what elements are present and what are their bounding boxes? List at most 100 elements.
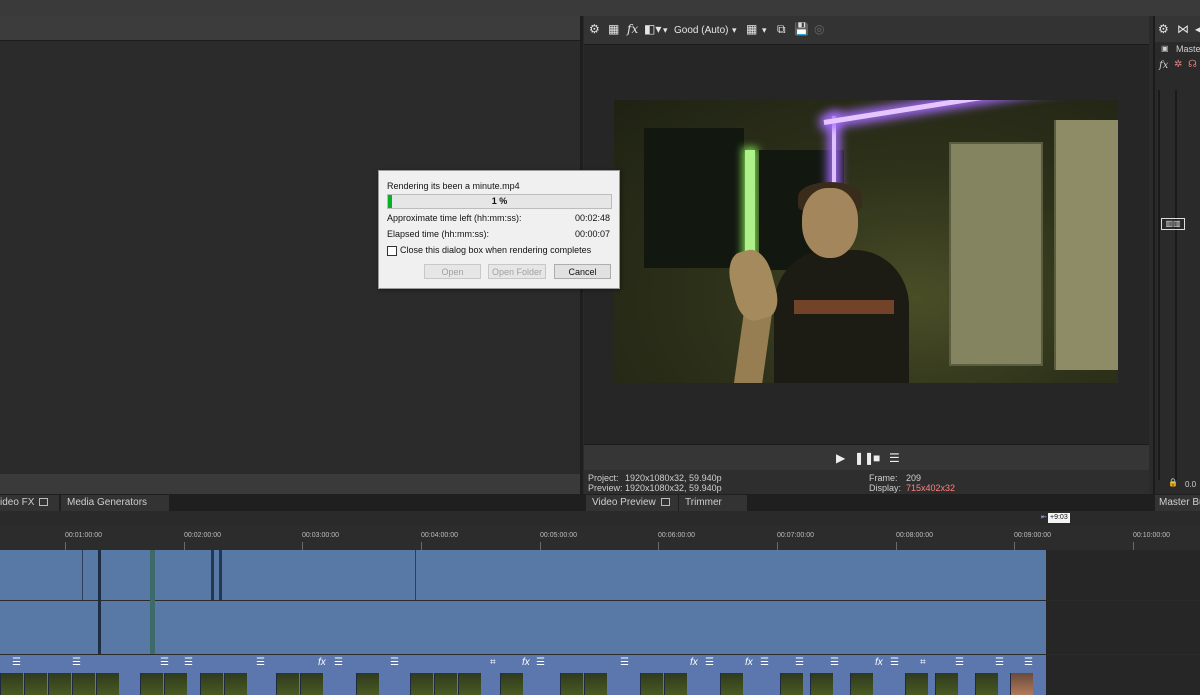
- clip-menu-icon[interactable]: ☰: [160, 657, 169, 668]
- clip-menu-icon[interactable]: ☰: [256, 657, 265, 668]
- split-screen-icon[interactable]: ▦: [608, 22, 619, 36]
- frame-label: Frame:: [869, 473, 898, 483]
- clip-menu-icon[interactable]: ☰: [334, 657, 343, 668]
- elapsed-label: Elapsed time (hh:mm:ss):: [387, 229, 490, 239]
- cursor-position-marker[interactable]: +9:03: [1048, 513, 1070, 523]
- timeline-track-2[interactable]: [0, 601, 1046, 654]
- ruler-tick-label: 00:09:00:00: [1014, 532, 1051, 539]
- dock-icon[interactable]: [660, 498, 670, 507]
- open-folder-button[interactable]: Open Folder: [488, 264, 546, 279]
- dock-icon[interactable]: [39, 498, 49, 507]
- project-label: Project:: [588, 473, 619, 483]
- left-panel-footer: [0, 474, 580, 494]
- close-when-done-label: Close this dialog box when rendering com…: [400, 245, 592, 255]
- master-envelope-icon[interactable]: ☊: [1188, 59, 1197, 70]
- mixer-icon[interactable]: ⋈: [1177, 22, 1189, 36]
- clip-crop-icon[interactable]: ⌗: [920, 657, 926, 668]
- preview-tab-bar: Video Preview Trimmer: [584, 494, 1153, 512]
- clip-thumbnail: [356, 673, 379, 695]
- video-thumbnail-track[interactable]: ☰ ☰ ☰ ☰ ☰ fx ☰ ☰ ⌗ fx ☰ ☰ fx ☰ fx ☰ ☰ ☰ …: [0, 655, 1046, 695]
- clip-menu-icon[interactable]: ☰: [390, 657, 399, 668]
- dialog-title: Rendering its been a minute.mp4: [387, 181, 520, 191]
- fx-icon[interactable]: fx: [627, 22, 638, 36]
- play-icon[interactable]: ▶: [836, 451, 845, 465]
- pause-icon[interactable]: ❚❚: [854, 451, 874, 465]
- clip-fx-icon[interactable]: fx: [522, 657, 530, 668]
- grid-dropdown-icon[interactable]: ▾: [762, 23, 767, 37]
- clip-thumbnail: [458, 673, 481, 695]
- clip-menu-icon[interactable]: ☰: [955, 657, 964, 668]
- quality-chevron-icon[interactable]: ▾: [663, 23, 668, 37]
- time-left-row: Approximate time left (hh:mm:ss): 00:02:…: [387, 213, 610, 223]
- clip-menu-icon[interactable]: ☰: [705, 657, 714, 668]
- gear-icon[interactable]: ⚙: [589, 22, 600, 36]
- grid-icon[interactable]: ▦: [746, 22, 757, 36]
- clip-menu-icon[interactable]: ☰: [12, 657, 21, 668]
- clip-menu-icon[interactable]: ☰: [536, 657, 545, 668]
- clip-fx-icon[interactable]: fx: [875, 657, 883, 668]
- timeline-track-1[interactable]: [0, 550, 1046, 600]
- clip-menu-icon[interactable]: ☰: [1024, 657, 1033, 668]
- clip-boundary: [211, 550, 214, 600]
- chevron-left-icon[interactable]: ◂: [1195, 22, 1200, 36]
- clip-boundary: [82, 550, 83, 600]
- clip-fx-icon[interactable]: fx: [690, 657, 698, 668]
- clip-crop-icon[interactable]: ⌗: [490, 657, 496, 668]
- display-label: Display:: [869, 483, 902, 493]
- clip-menu-icon[interactable]: ☰: [995, 657, 1004, 668]
- preview-value: 1920x1080x32, 59.940p: [625, 483, 722, 493]
- render-progress-dialog: Rendering its been a minute.mp4 1 % Appr…: [378, 170, 620, 289]
- master-fader[interactable]: ▥▥: [1161, 218, 1185, 230]
- open-button[interactable]: Open: [424, 264, 481, 279]
- clip-thumbnail: [935, 673, 958, 695]
- clip-menu-icon[interactable]: ☰: [72, 657, 81, 668]
- clip-menu-icon[interactable]: ☰: [620, 657, 629, 668]
- tab-media-generators[interactable]: Media Generators: [61, 495, 169, 511]
- clip-menu-icon[interactable]: ☰: [795, 657, 804, 668]
- clip-thumbnail: [560, 673, 583, 695]
- tab-trimmer-label: Trimmer: [685, 497, 722, 508]
- menu-icon[interactable]: ☰: [889, 451, 900, 465]
- clip-fx-icon[interactable]: fx: [745, 657, 753, 668]
- save-snapshot-icon[interactable]: 💾: [794, 22, 809, 36]
- tab-master-bus[interactable]: Master Bus: [1155, 495, 1200, 511]
- clip-menu-icon[interactable]: ☰: [890, 657, 899, 668]
- cancel-button[interactable]: Cancel: [554, 264, 611, 279]
- master-square-icon[interactable]: ▣: [1161, 44, 1169, 53]
- clip-thumbnail: [200, 673, 223, 695]
- ruler-tick-label: 00:04:00:00: [421, 532, 458, 539]
- video-door: [949, 142, 1043, 366]
- gear-icon[interactable]: ⚙: [1158, 22, 1169, 36]
- clip-thumbnail: [24, 673, 47, 695]
- timeline-ruler[interactable]: 00:01:00:00 00:02:00:00 00:03:00:00 00:0…: [0, 526, 1200, 550]
- clip-menu-icon[interactable]: ☰: [760, 657, 769, 668]
- clip-thumbnail: [810, 673, 833, 695]
- tab-video-fx[interactable]: ideo FX: [0, 495, 59, 511]
- quality-select[interactable]: Good (Auto): [674, 24, 728, 38]
- close-when-done-checkbox[interactable]: [387, 246, 397, 256]
- time-left-value: 00:02:48: [574, 213, 610, 223]
- frame-value: 209: [906, 473, 922, 483]
- clip-thumbnail: [500, 673, 523, 695]
- stop-icon[interactable]: ■: [873, 451, 880, 465]
- tab-video-preview[interactable]: Video Preview: [586, 495, 678, 511]
- clip-thumbnail: [664, 673, 687, 695]
- tab-trimmer[interactable]: Trimmer: [679, 495, 747, 511]
- master-fx-icon[interactable]: fx: [1159, 60, 1168, 71]
- elapsed-value: 00:00:07: [574, 229, 610, 239]
- timeline-header: ⇤ +9:03: [0, 511, 1200, 525]
- clip-thumbnail: [780, 673, 803, 695]
- copy-snapshot-icon[interactable]: ⧉: [777, 22, 786, 36]
- clip-thumbnail: [640, 673, 663, 695]
- quality-dropdown-icon[interactable]: ▾: [732, 23, 737, 37]
- overlay-icon[interactable]: ◧▾: [644, 22, 661, 36]
- clip-fx-icon[interactable]: fx: [318, 657, 326, 668]
- ruler-tick: [896, 542, 897, 550]
- master-plugin-icon[interactable]: ✲: [1174, 59, 1182, 70]
- clip-menu-icon[interactable]: ☰: [184, 657, 193, 668]
- clip-thumbnail: [140, 673, 163, 695]
- timeline-empty-area: [1046, 601, 1200, 654]
- ruler-tick: [65, 542, 66, 550]
- lock-icon[interactable]: 🔒: [1168, 478, 1178, 487]
- clip-menu-icon[interactable]: ☰: [830, 657, 839, 668]
